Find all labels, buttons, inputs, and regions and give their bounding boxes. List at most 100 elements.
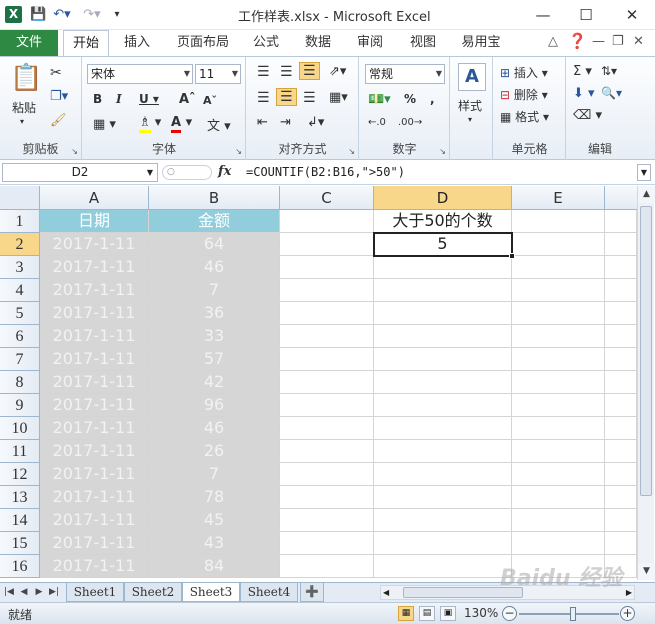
close-button[interactable]: ✕ (619, 4, 645, 26)
row-header-1[interactable]: 1 (0, 210, 40, 233)
tab-formulas[interactable]: 公式 (248, 30, 284, 56)
zoom-slider-thumb[interactable] (570, 607, 576, 621)
cell-c4[interactable] (280, 279, 374, 302)
bold-icon[interactable]: B (93, 92, 102, 106)
align-left-icon[interactable]: ☰ (257, 90, 270, 106)
styles-button[interactable]: 样式 (458, 97, 482, 114)
align-middle-icon[interactable]: ☰ (280, 64, 293, 80)
clear-icon[interactable]: ⌫ ▾ (573, 108, 602, 123)
cell-a4[interactable]: 2017-1-11 (40, 279, 149, 302)
shrink-font-icon[interactable]: Aˇ (203, 94, 217, 107)
fill-color-icon[interactable]: ♗ ▾ (139, 115, 161, 133)
row-header-12[interactable]: 12 (0, 463, 40, 486)
format-painter-icon[interactable]: 🖌 (50, 113, 67, 128)
tab-view[interactable]: 视图 (403, 30, 443, 56)
cell-b9[interactable]: 96 (149, 394, 280, 417)
cell-b2[interactable]: 64 (149, 233, 280, 256)
save-icon[interactable]: 💾 (30, 6, 46, 24)
copy-icon[interactable]: ❐▾ (50, 89, 68, 104)
italic-icon[interactable]: I (116, 92, 122, 106)
cell-c1[interactable] (280, 210, 374, 233)
cell-b8[interactable]: 42 (149, 371, 280, 394)
orientation-icon[interactable]: ⇗▾ (329, 64, 346, 79)
cell-f8[interactable] (605, 371, 637, 394)
name-box[interactable]: D2 ▼ (2, 163, 158, 182)
cell-b15[interactable]: 43 (149, 532, 280, 555)
column-header-f[interactable] (605, 186, 637, 210)
cell-c2[interactable] (280, 233, 374, 256)
cell-e2[interactable] (512, 233, 605, 256)
cell-d14[interactable] (374, 509, 512, 532)
cell-a2[interactable]: 2017-1-11 (40, 233, 149, 256)
cell-b16[interactable]: 84 (149, 555, 280, 578)
sort-filter-icon[interactable]: ⇅▾ (601, 64, 617, 78)
delete-cells-button[interactable]: ⊟ 删除 ▾ (500, 86, 548, 103)
minimize-button[interactable]: — (530, 4, 556, 26)
cell-e6[interactable] (512, 325, 605, 348)
align-right-icon[interactable]: ☰ (303, 90, 316, 106)
paste-icon[interactable]: 📋 (10, 63, 42, 93)
last-sheet-icon[interactable]: ▶| (47, 585, 61, 600)
cell-b3[interactable]: 46 (149, 256, 280, 279)
page-layout-view-icon[interactable]: ▤ (419, 606, 435, 621)
font-name-select[interactable]: 宋体 ▼ (87, 64, 193, 84)
tab-home[interactable]: 开始 (63, 30, 109, 56)
cell-d16[interactable] (374, 555, 512, 578)
cell-a14[interactable]: 2017-1-11 (40, 509, 149, 532)
cell-a15[interactable]: 2017-1-11 (40, 532, 149, 555)
percent-icon[interactable]: % (404, 92, 416, 106)
cell-a1[interactable]: 日期 (40, 210, 149, 233)
cell-a9[interactable]: 2017-1-11 (40, 394, 149, 417)
zoom-out-icon[interactable]: − (502, 606, 517, 621)
minimize-ribbon-icon[interactable]: △ (548, 34, 558, 49)
cell-d11[interactable] (374, 440, 512, 463)
cell-e7[interactable] (512, 348, 605, 371)
column-header-a[interactable]: A (40, 186, 149, 210)
cell-e3[interactable] (512, 256, 605, 279)
tab-data[interactable]: 数据 (298, 30, 338, 56)
cell-d5[interactable] (374, 302, 512, 325)
autosum-icon[interactable]: Σ ▾ (573, 64, 592, 79)
cell-b11[interactable]: 26 (149, 440, 280, 463)
cell-b1[interactable]: 金额 (149, 210, 280, 233)
styles-icon[interactable]: A (458, 63, 486, 91)
cell-d10[interactable] (374, 417, 512, 440)
cell-f2[interactable] (605, 233, 637, 256)
worksheet-grid[interactable]: A B C D E 1 日期 金额 大于50的个数 2 2017-1-11 64 5 3 2017… (0, 186, 655, 580)
cell-c14[interactable] (280, 509, 374, 532)
row-header-4[interactable]: 4 (0, 279, 40, 302)
cut-icon[interactable]: ✂ (50, 65, 62, 81)
currency-icon[interactable]: 💵▾ (368, 92, 391, 107)
font-launcher-icon[interactable]: ↘ (235, 147, 242, 156)
cell-f4[interactable] (605, 279, 637, 302)
font-size-select[interactable]: 11 ▼ (195, 64, 241, 84)
row-header-2[interactable]: 2 (0, 233, 40, 256)
cell-a11[interactable]: 2017-1-11 (40, 440, 149, 463)
cell-e9[interactable] (512, 394, 605, 417)
window-minimize-icon[interactable]: — (592, 34, 605, 49)
wrap-text-icon[interactable]: ↲▾ (307, 115, 324, 130)
underline-icon[interactable]: U ▾ (139, 92, 159, 106)
expand-formula-bar-icon[interactable]: ▼ (637, 164, 651, 181)
sheet-tab-sheet1[interactable]: Sheet1 (66, 583, 124, 602)
insert-sheet-icon[interactable]: ➕ (300, 583, 324, 602)
cell-c8[interactable] (280, 371, 374, 394)
zoom-in-icon[interactable]: + (620, 606, 635, 621)
cell-e10[interactable] (512, 417, 605, 440)
cell-a6[interactable]: 2017-1-11 (40, 325, 149, 348)
merge-center-icon[interactable]: ▦▾ (329, 90, 348, 105)
number-format-select[interactable]: 常规 ▼ (365, 64, 445, 84)
column-header-d[interactable]: D (374, 186, 512, 210)
cell-f10[interactable] (605, 417, 637, 440)
cell-a12[interactable]: 2017-1-11 (40, 463, 149, 486)
cell-c11[interactable] (280, 440, 374, 463)
cell-e14[interactable] (512, 509, 605, 532)
row-header-11[interactable]: 11 (0, 440, 40, 463)
cell-e1[interactable] (512, 210, 605, 233)
cell-c10[interactable] (280, 417, 374, 440)
first-sheet-icon[interactable]: |◀ (2, 585, 16, 600)
cell-c16[interactable] (280, 555, 374, 578)
cell-b12[interactable]: 7 (149, 463, 280, 486)
scroll-down-icon[interactable]: ▼ (638, 563, 655, 580)
undo-icon[interactable]: ↶▾ (50, 6, 74, 24)
